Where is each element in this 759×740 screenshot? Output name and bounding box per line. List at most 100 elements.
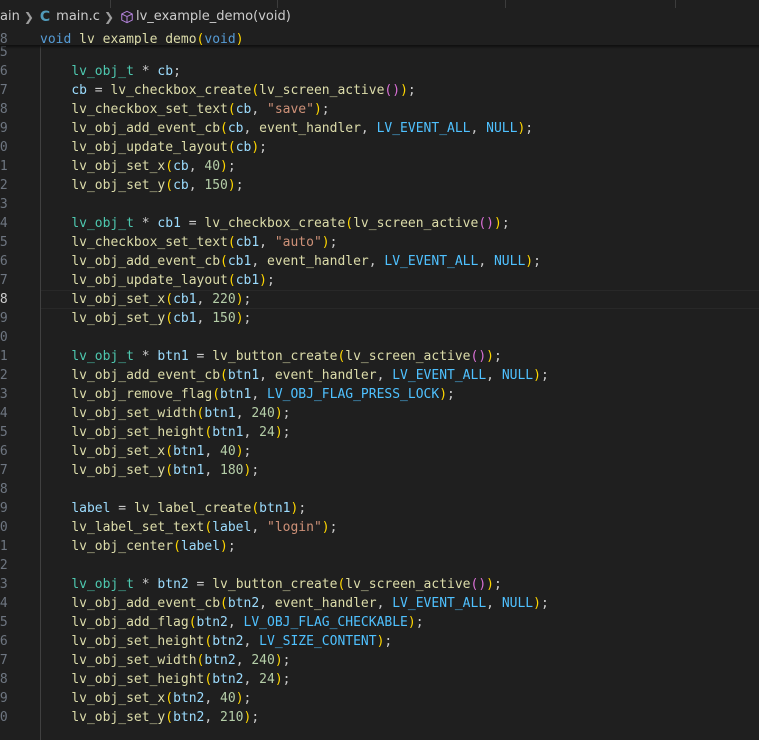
code-token: lv_screen_active (345, 577, 471, 592)
code-token: ) (235, 691, 244, 706)
code-token: ; (243, 444, 252, 459)
code-text: cb = lv_checkbox_create(lv_screen_active… (40, 81, 415, 100)
code-token: cb1 (173, 292, 197, 307)
code-token: * (133, 64, 158, 79)
code-token: ; (329, 520, 338, 535)
code-line[interactable]: 57 cb = lv_checkbox_create(lv_screen_act… (0, 81, 759, 100)
code-token: ) (274, 406, 283, 421)
code-line[interactable]: 65 lv_checkbox_set_text(cb1, "auto"); (0, 233, 759, 252)
code-line[interactable]: 72 lv_obj_add_event_cb(btn1, event_handl… (0, 366, 759, 385)
code-token: ; (540, 596, 549, 611)
code-token: LV_EVENT_ALL (376, 121, 471, 136)
code-token: 40 (204, 159, 221, 174)
code-token: btn2 (196, 615, 228, 630)
code-token: = (188, 577, 213, 592)
line-number: 75 (0, 425, 8, 440)
code-line[interactable]: 59 lv_obj_add_event_cb(cb, event_handler… (0, 119, 759, 138)
code-token: ( (220, 254, 228, 269)
code-token: ; (447, 387, 455, 402)
code-token: 240 (251, 653, 275, 668)
code-token: LV_OBJ_FLAG_CHECKABLE (243, 615, 408, 630)
code-token: ) (407, 615, 416, 630)
code-token: btn2 (173, 691, 205, 706)
code-line[interactable]: 86 lv_obj_set_height(btn2, LV_SIZE_CONTE… (0, 632, 759, 651)
code-line[interactable]: 73 lv_obj_remove_flag(btn1, LV_OBJ_FLAG_… (0, 385, 759, 404)
code-token: ) (259, 273, 267, 288)
code-token: * (133, 216, 158, 231)
code-line[interactable]: 81 lv_obj_center(label); (0, 537, 759, 556)
code-line[interactable]: 71 lv_obj_t * btn1 = lv_button_create(lv… (0, 347, 759, 366)
code-token: ) (235, 311, 244, 326)
code-line[interactable]: 67 lv_obj_update_layout(cb1); (0, 271, 759, 290)
code-token: ( (345, 216, 354, 231)
code-token: ) (392, 83, 401, 98)
code-line[interactable]: 88 lv_obj_set_height(btn2, 24); (0, 670, 759, 689)
code-line[interactable]: 56 lv_obj_t * cb; (0, 62, 759, 81)
code-line[interactable]: 79 label = lv_label_create(btn1); (0, 499, 759, 518)
breadcrumb-file[interactable]: C main.c (40, 9, 100, 25)
code-token: lv_checkbox_create (110, 83, 252, 98)
code-line[interactable]: 58 lv_checkbox_set_text(cb, "save"); (0, 100, 759, 119)
code-line[interactable]: 87 lv_obj_set_width(btn2, 240); (0, 651, 759, 670)
line-number: 87 (0, 653, 8, 668)
code-text: lv_obj_set_y(cb1, 150); (40, 309, 251, 328)
code-line[interactable]: 84 lv_obj_add_event_cb(btn2, event_handl… (0, 594, 759, 613)
code-token: ( (478, 216, 487, 231)
code-token: NULL (493, 254, 526, 269)
code-line[interactable]: 68 lv_obj_set_x(cb1, 220); (0, 290, 759, 309)
sticky-scroll-header[interactable]: 28 void lv_example_demo(void) (0, 33, 759, 45)
code-token: ) (227, 178, 236, 193)
code-text: lv_obj_update_layout(cb); (40, 138, 267, 157)
code-token: , (259, 235, 275, 250)
code-line[interactable]: 77 lv_obj_set_y(btn1, 180); (0, 461, 759, 480)
code-line[interactable]: 74 lv_obj_set_width(btn1, 240); (0, 404, 759, 423)
code-line[interactable]: 80 lv_label_set_text(label, "login"); (0, 518, 759, 537)
line-number: 56 (0, 64, 8, 79)
code-token: lv_obj_set_y (71, 178, 166, 193)
line-number: 83 (0, 577, 8, 592)
code-token: , (188, 178, 205, 193)
line-number: 60 (0, 140, 8, 155)
code-text: lv_obj_set_x(btn1, 40); (40, 442, 251, 461)
code-line[interactable]: 76 lv_obj_set_x(btn1, 40); (0, 442, 759, 461)
code-line[interactable]: 62 lv_obj_set_y(cb, 150); (0, 176, 759, 195)
code-line[interactable]: 89 lv_obj_set_x(btn2, 40); (0, 689, 759, 708)
code-line[interactable]: 75 lv_obj_set_height(btn1, 24); (0, 423, 759, 442)
code-token: ( (173, 539, 181, 554)
code-token: lv_obj_update_layout (71, 140, 228, 155)
line-number: 67 (0, 273, 8, 288)
code-token: LV_EVENT_ALL (392, 596, 487, 611)
code-text: lv_obj_remove_flag(btn1, LV_OBJ_FLAG_PRE… (40, 385, 455, 404)
code-token: ( (227, 140, 236, 155)
code-line[interactable]: 90 lv_obj_set_y(btn2, 210); (0, 708, 759, 727)
code-token: btn2 (212, 634, 244, 649)
code-token: btn1 (157, 349, 189, 364)
code-token: btn2 (157, 577, 189, 592)
code-line[interactable]: 63 (0, 195, 759, 214)
code-line[interactable]: 83 lv_obj_t * btn2 = lv_button_create(lv… (0, 575, 759, 594)
code-line[interactable]: 85 lv_obj_add_flag(btn2, LV_OBJ_FLAG_CHE… (0, 613, 759, 632)
code-token: lv_obj_t (71, 349, 134, 364)
code-token: lv_screen_active (353, 216, 479, 231)
code-token: , (204, 463, 221, 478)
code-line[interactable]: 82 (0, 556, 759, 575)
line-number: 28 (0, 33, 8, 45)
code-line[interactable]: 64 lv_obj_t * cb1 = lv_checkbox_create(l… (0, 214, 759, 233)
code-line[interactable]: 66 lv_obj_add_event_cb(cb1, event_handle… (0, 252, 759, 271)
code-text: lv_obj_t * btn2 = lv_button_create(lv_sc… (40, 575, 502, 594)
breadcrumb-folder[interactable]: ain (0, 9, 20, 24)
code-line[interactable]: 78 (0, 480, 759, 499)
code-token: ( (165, 691, 174, 706)
code-line[interactable]: 61 lv_obj_set_x(cb, 40); (0, 157, 759, 176)
code-line[interactable]: 70 (0, 328, 759, 347)
code-token: , (251, 387, 267, 402)
code-line[interactable]: 69 lv_obj_set_y(cb1, 150); (0, 309, 759, 328)
code-line[interactable]: 60 lv_obj_update_layout(cb); (0, 138, 759, 157)
breadcrumb-symbol[interactable]: lv_example_demo(void) (120, 9, 291, 24)
